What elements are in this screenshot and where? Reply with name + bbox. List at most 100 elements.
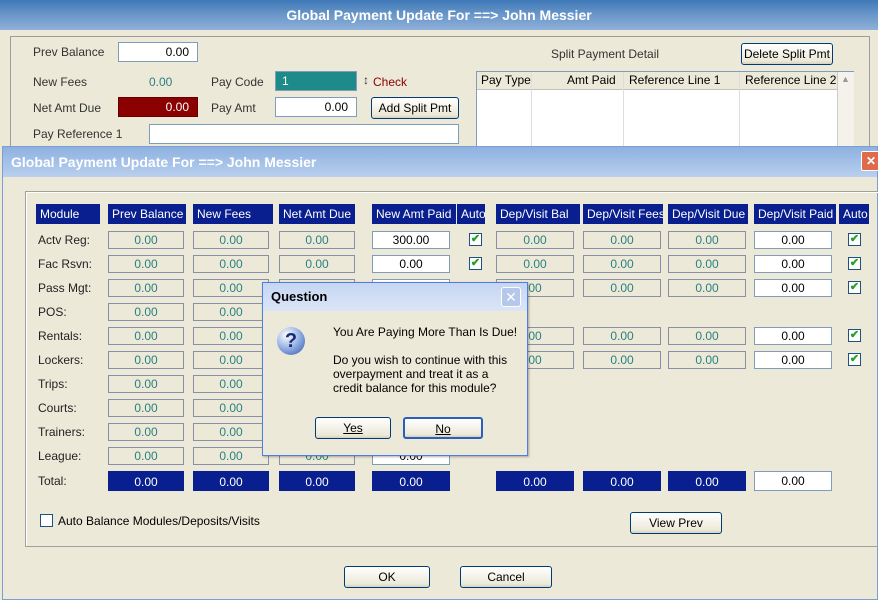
prev-cell: 0.00 xyxy=(108,375,184,393)
close-icon[interactable]: ✕ xyxy=(501,287,521,307)
total-dpaid-cell: 0.00 xyxy=(754,471,832,491)
split-divider xyxy=(739,72,740,152)
row-label: Lockers: xyxy=(38,353,84,367)
dfees-cell: 0.00 xyxy=(583,279,661,297)
dep-auto-checkbox[interactable]: ✔ xyxy=(848,233,861,246)
dfees-cell: 0.00 xyxy=(583,351,661,369)
column-header: New Fees xyxy=(193,204,273,224)
payment-dialog-titlebar: Global Payment Update For ==> John Messi… xyxy=(3,147,877,177)
add-split-button[interactable]: Add Split Pmt xyxy=(371,97,459,119)
dpaid-cell[interactable]: 0.00 xyxy=(754,351,832,369)
prev-cell: 0.00 xyxy=(108,255,184,273)
split-divider xyxy=(531,72,532,152)
prev-cell: 0.00 xyxy=(108,351,184,369)
total-label: Total: xyxy=(38,474,67,488)
row-label: Courts: xyxy=(38,401,77,415)
column-header: Dep/Visit Paid xyxy=(754,204,836,224)
prev-balance-label: Prev Balance xyxy=(33,45,105,59)
total-paid-cell: 0.00 xyxy=(372,471,450,491)
pay-amt-field[interactable]: 0.00 xyxy=(275,97,357,117)
pay-reference-field[interactable] xyxy=(149,124,459,144)
spinner-icon[interactable]: ↕ xyxy=(363,73,369,87)
paid-cell[interactable]: 300.00 xyxy=(372,231,450,249)
split-payment-grid[interactable]: Pay Type Amt Paid Reference Line 1 Refer… xyxy=(476,71,854,153)
split-col-amtpaid: Amt Paid xyxy=(567,73,616,87)
yes-button[interactable]: Yes xyxy=(315,417,391,439)
auto-balance-label: Auto Balance Modules/Deposits/Visits xyxy=(58,514,260,528)
fees-cell: 0.00 xyxy=(193,351,269,369)
dep-auto-checkbox[interactable]: ✔ xyxy=(848,353,861,366)
close-icon[interactable]: ✕ xyxy=(861,151,878,171)
question-icon: ? xyxy=(277,327,305,355)
dbal-cell: 0.00 xyxy=(496,255,574,273)
fees-cell: 0.00 xyxy=(193,327,269,345)
due-cell: 0.00 xyxy=(279,231,355,249)
prev-cell: 0.00 xyxy=(108,447,184,465)
dpaid-cell[interactable]: 0.00 xyxy=(754,327,832,345)
prev-cell: 0.00 xyxy=(108,279,184,297)
fees-cell: 0.00 xyxy=(193,399,269,417)
prev-cell: 0.00 xyxy=(108,303,184,321)
total-due-cell: 0.00 xyxy=(279,471,355,491)
scroll-up-icon[interactable]: ▲ xyxy=(841,74,850,84)
fees-cell: 0.00 xyxy=(193,447,269,465)
new-fees-value: 0.00 xyxy=(149,75,173,89)
row-label: Rentals: xyxy=(38,329,83,343)
auto-balance-checkbox[interactable] xyxy=(40,514,53,527)
fees-cell: 0.00 xyxy=(193,231,269,249)
dfees-cell: 0.00 xyxy=(583,327,661,345)
total-dbal-cell: 0.00 xyxy=(496,471,574,491)
question-line1: You Are Paying More Than Is Due! xyxy=(333,325,518,339)
column-header: Module xyxy=(36,204,100,224)
dpaid-cell[interactable]: 0.00 xyxy=(754,255,832,273)
row-label: Pass Mgt: xyxy=(38,281,92,295)
ddue-cell: 0.00 xyxy=(668,231,746,249)
prev-cell: 0.00 xyxy=(108,423,184,441)
net-amt-due-label: Net Amt Due xyxy=(33,101,102,115)
row-label: Trips: xyxy=(38,377,68,391)
question-messagebox: Question ✕ ? You Are Paying More Than Is… xyxy=(262,282,528,456)
total-dfees-cell: 0.00 xyxy=(583,471,661,491)
pay-code-label: Pay Code xyxy=(211,75,264,89)
ok-button[interactable]: OK xyxy=(344,566,430,588)
cancel-button[interactable]: Cancel xyxy=(460,566,552,588)
ddue-cell: 0.00 xyxy=(668,351,746,369)
column-header: Auto xyxy=(839,204,869,224)
dfees-cell: 0.00 xyxy=(583,231,661,249)
auto-checkbox[interactable]: ✔ xyxy=(469,233,482,246)
column-header: Dep/Visit Due xyxy=(668,204,748,224)
row-label: Fac Rsvn: xyxy=(38,257,93,271)
pay-code-field[interactable]: 1 xyxy=(275,71,357,91)
delete-split-button[interactable]: Delete Split Pmt xyxy=(741,43,833,65)
row-label: POS: xyxy=(38,305,67,319)
auto-checkbox[interactable]: ✔ xyxy=(469,257,482,270)
prev-cell: 0.00 xyxy=(108,231,184,249)
split-payment-detail-label: Split Payment Detail xyxy=(551,47,660,61)
dep-auto-checkbox[interactable]: ✔ xyxy=(848,329,861,342)
dpaid-cell[interactable]: 0.00 xyxy=(754,231,832,249)
fees-cell: 0.00 xyxy=(193,423,269,441)
dbal-cell: 0.00 xyxy=(496,231,574,249)
dep-auto-checkbox[interactable]: ✔ xyxy=(848,257,861,270)
net-amt-due-field: 0.00 xyxy=(118,97,198,117)
fees-cell: 0.00 xyxy=(193,279,269,297)
column-header: Net Amt Due xyxy=(279,204,355,224)
ddue-cell: 0.00 xyxy=(668,279,746,297)
dpaid-cell[interactable]: 0.00 xyxy=(754,279,832,297)
fees-cell: 0.00 xyxy=(193,303,269,321)
dep-auto-checkbox[interactable]: ✔ xyxy=(848,281,861,294)
column-header: Dep/Visit Fees xyxy=(583,204,663,224)
pay-amt-label: Pay Amt xyxy=(211,101,256,115)
question-line4: credit balance for this module? xyxy=(333,381,497,395)
new-fees-label: New Fees xyxy=(33,75,88,89)
ddue-cell: 0.00 xyxy=(668,255,746,273)
prev-balance-field: 0.00 xyxy=(118,42,198,62)
view-prev-button[interactable]: View Prev xyxy=(630,512,722,534)
question-line2: Do you wish to continue with this xyxy=(333,353,508,367)
paid-cell[interactable]: 0.00 xyxy=(372,255,450,273)
no-button[interactable]: No xyxy=(403,417,483,439)
split-col-paytype: Pay Type xyxy=(481,73,531,87)
split-divider xyxy=(623,72,624,152)
total-fees-cell: 0.00 xyxy=(193,471,269,491)
split-scrollbar[interactable]: ▲ xyxy=(837,72,854,152)
